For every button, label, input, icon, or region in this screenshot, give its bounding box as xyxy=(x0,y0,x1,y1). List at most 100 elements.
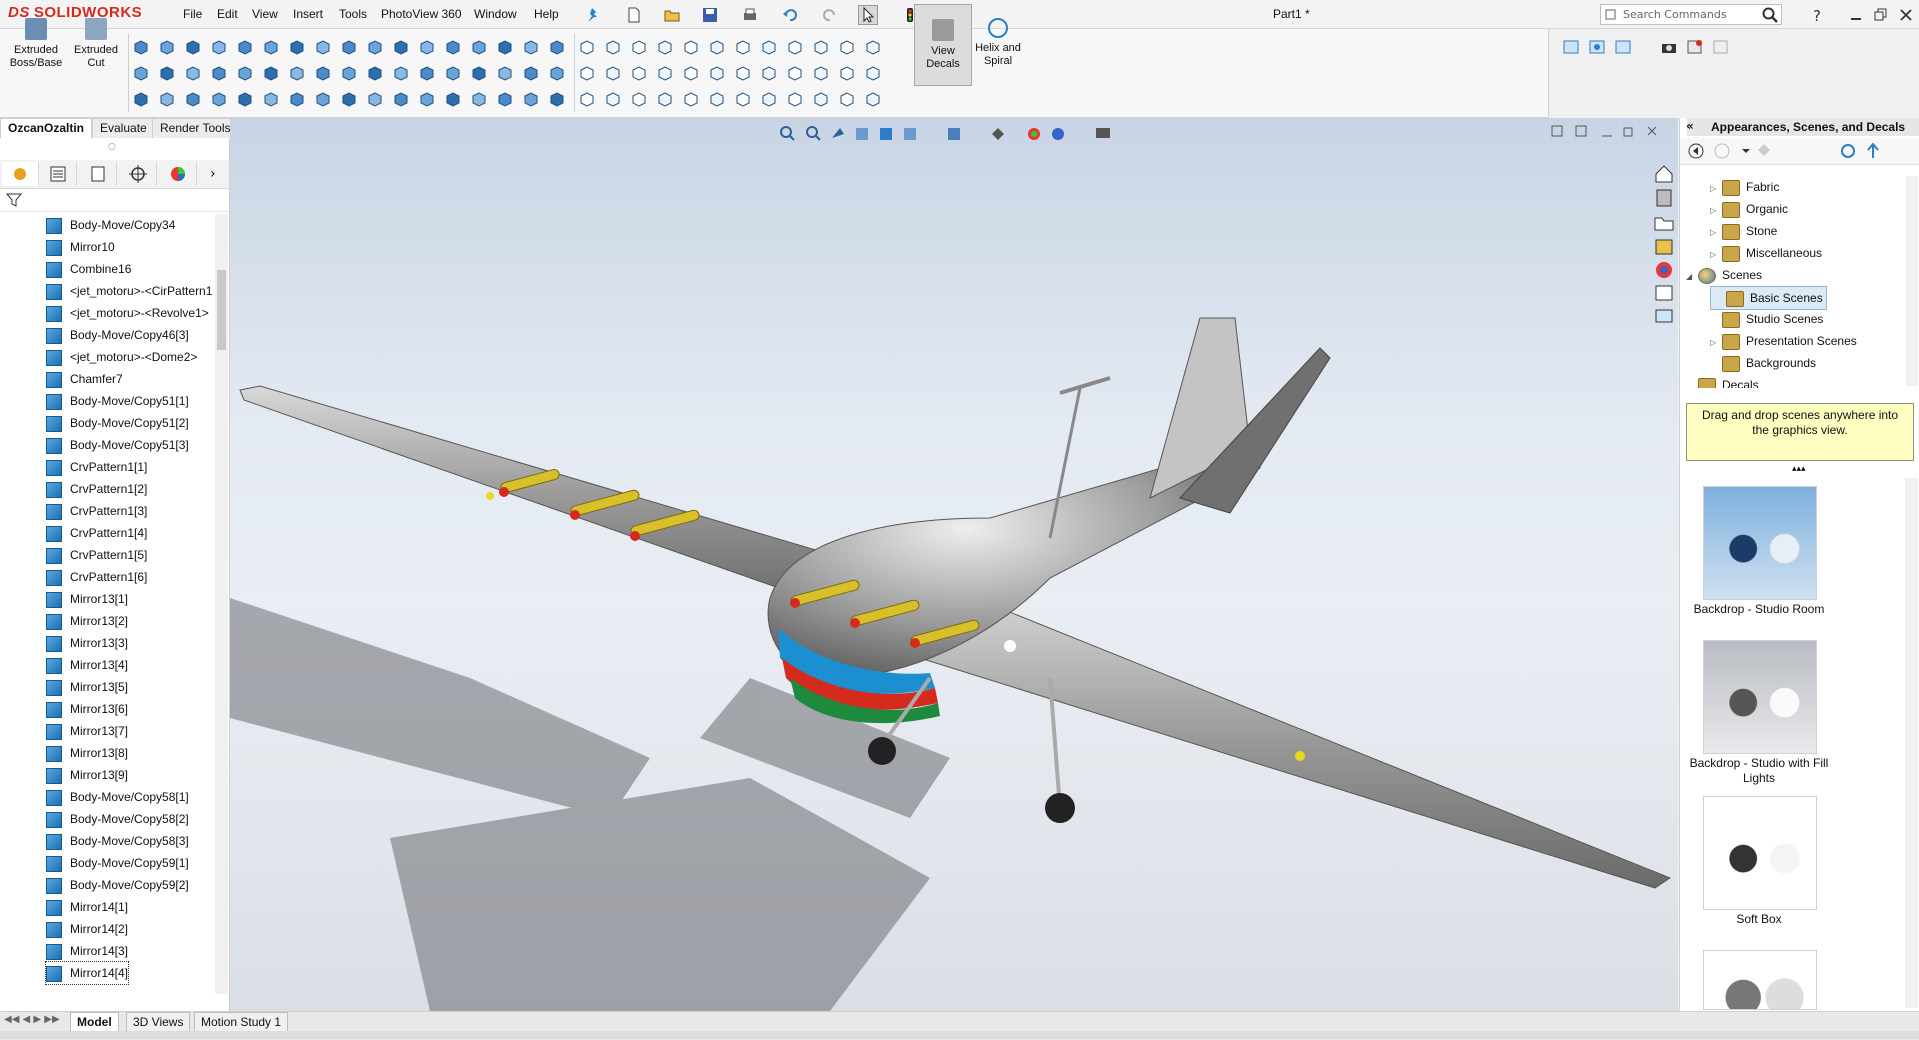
tool-button[interactable] xyxy=(548,64,566,82)
extruded-boss-button[interactable]: Extruded Boss/Base xyxy=(8,4,64,84)
tool-button[interactable] xyxy=(236,38,254,56)
feature-tree-item[interactable]: Mirror14[2] xyxy=(46,918,128,940)
tool-button[interactable] xyxy=(366,38,384,56)
feature-tree-item[interactable]: <jet_motoru>-<Dome2> xyxy=(46,346,197,368)
tab-motion-study-1[interactable]: Motion Study 1 xyxy=(194,1012,289,1032)
feature-tree-item[interactable]: Body-Move/Copy59[2] xyxy=(46,874,189,896)
tool-button[interactable] xyxy=(838,38,856,56)
tool-button[interactable] xyxy=(786,38,804,56)
feature-tree-item[interactable]: <jet_motoru>-<Revolve1> xyxy=(46,302,209,324)
appearance-tree-item[interactable]: Studio Scenes xyxy=(1710,308,1823,330)
tool-button[interactable] xyxy=(496,90,514,108)
tab-dimxpert[interactable] xyxy=(120,162,157,186)
tool-button[interactable] xyxy=(444,90,462,108)
menu-window[interactable]: Window xyxy=(474,7,517,21)
feature-tree-item[interactable]: Body-Move/Copy46[3] xyxy=(46,324,189,346)
view-decals-button[interactable]: View Decals xyxy=(914,4,972,86)
appearance-tree-item[interactable]: ▷ Presentation Scenes xyxy=(1710,330,1857,352)
tab-property-manager[interactable] xyxy=(40,162,77,186)
tool-button[interactable] xyxy=(366,90,384,108)
tool-button[interactable] xyxy=(288,38,306,56)
tool-button[interactable] xyxy=(132,90,150,108)
feature-tree-item[interactable]: Body-Move/Copy51[1] xyxy=(46,390,189,412)
tool-button[interactable] xyxy=(656,38,674,56)
tool-button[interactable] xyxy=(630,38,648,56)
tool-button[interactable] xyxy=(708,64,726,82)
tool-button[interactable] xyxy=(418,38,436,56)
tool-button[interactable] xyxy=(630,64,648,82)
tool-button[interactable] xyxy=(864,64,882,82)
feature-tree-item[interactable]: Body-Move/Copy58[2] xyxy=(46,808,189,830)
tool-button[interactable] xyxy=(496,64,514,82)
feature-tree-item[interactable]: Combine16 xyxy=(46,258,131,280)
feature-tree-item[interactable]: Mirror13[3] xyxy=(46,632,128,654)
search-icon[interactable] xyxy=(1760,5,1780,25)
tool-button[interactable] xyxy=(812,64,830,82)
tool-button[interactable] xyxy=(838,64,856,82)
tool-button[interactable] xyxy=(682,38,700,56)
tool-button[interactable] xyxy=(656,64,674,82)
tab-model[interactable]: Model xyxy=(70,1012,119,1032)
menu-file[interactable]: File xyxy=(183,7,202,21)
tab-display-manager[interactable] xyxy=(160,162,197,186)
render-region-icon[interactable] xyxy=(1562,38,1580,56)
scene-thumbnail-soft-box[interactable] xyxy=(1703,796,1817,910)
tool-button[interactable] xyxy=(158,64,176,82)
feature-tree-item[interactable]: CrvPattern1[5] xyxy=(46,544,147,566)
render-preview-icon[interactable] xyxy=(1588,38,1606,56)
tool-button[interactable] xyxy=(864,38,882,56)
file-explorer-icon[interactable] xyxy=(1654,217,1674,231)
menu-view[interactable]: View xyxy=(252,7,278,21)
feature-tree-item[interactable]: Mirror14[4] xyxy=(44,961,130,985)
refresh-icon[interactable] xyxy=(1841,144,1855,158)
tool-button[interactable] xyxy=(496,38,514,56)
splitter-handle-icon[interactable]: ▴▴▴ xyxy=(1792,464,1806,474)
panel-grip-icon[interactable]: ○ xyxy=(108,142,118,152)
tool-button[interactable] xyxy=(288,90,306,108)
close-icon[interactable] xyxy=(1896,5,1916,25)
tool-button[interactable] xyxy=(708,38,726,56)
tab-scroll-arrows[interactable]: ◀◀ ◀ ▶ ▶▶ xyxy=(4,1014,64,1028)
restore-icon[interactable] xyxy=(1870,5,1890,25)
collapse-panel-icon[interactable]: « xyxy=(1686,119,1694,133)
tab-3d-views[interactable]: 3D Views xyxy=(126,1012,191,1032)
tool-button[interactable] xyxy=(366,64,384,82)
tool-button[interactable] xyxy=(604,64,622,82)
tool-button[interactable] xyxy=(158,38,176,56)
feature-tree-item[interactable]: Mirror13[8] xyxy=(46,742,128,764)
tool-button[interactable] xyxy=(522,64,540,82)
undo-icon[interactable] xyxy=(780,5,800,25)
appearance-tree-item[interactable]: Backgrounds xyxy=(1710,352,1816,374)
tab-feature-manager[interactable] xyxy=(2,162,39,186)
scene-thumbnail-next[interactable] xyxy=(1703,950,1817,1010)
scheduled-render-icon[interactable] xyxy=(1686,38,1704,56)
expand-arrow-icon[interactable]: ▷ xyxy=(1710,178,1722,200)
tool-button[interactable] xyxy=(548,90,566,108)
tool-button[interactable] xyxy=(314,38,332,56)
expand-arrow-icon[interactable]: ▷ xyxy=(1710,200,1722,222)
up-arrow-icon[interactable] xyxy=(1867,142,1879,158)
appearance-tree-scrollbar[interactable] xyxy=(1906,176,1918,386)
open-folder-icon[interactable] xyxy=(662,5,682,25)
dropdown-icon[interactable] xyxy=(1742,149,1750,153)
tool-button[interactable] xyxy=(604,38,622,56)
tool-button[interactable] xyxy=(444,38,462,56)
menu-insert[interactable]: Insert xyxy=(293,7,323,21)
tool-button[interactable] xyxy=(262,38,280,56)
appearance-tree-item[interactable]: Basic Scenes xyxy=(1710,286,1827,310)
tool-button[interactable] xyxy=(760,38,778,56)
filter-icon[interactable] xyxy=(5,192,23,211)
save-icon[interactable] xyxy=(700,5,720,25)
tool-button[interactable] xyxy=(210,64,228,82)
appearances-scenes-icon[interactable] xyxy=(1656,262,1672,278)
camera-icon[interactable] xyxy=(1660,38,1678,56)
custom-properties-icon[interactable] xyxy=(1655,285,1673,301)
tool-button[interactable] xyxy=(522,38,540,56)
forum-icon[interactable] xyxy=(1655,309,1673,323)
feature-tree-item[interactable]: Mirror13[1] xyxy=(46,588,128,610)
tool-button[interactable] xyxy=(262,90,280,108)
tool-button[interactable] xyxy=(444,64,462,82)
feature-tree-scroll-thumb[interactable] xyxy=(217,270,226,350)
appearance-tree-item[interactable]: Decals xyxy=(1686,374,1759,388)
tool-button[interactable] xyxy=(132,64,150,82)
